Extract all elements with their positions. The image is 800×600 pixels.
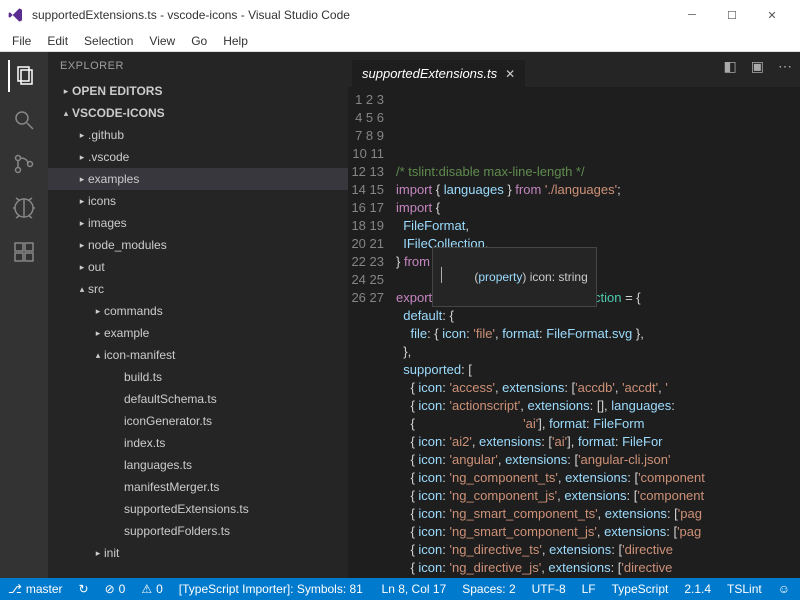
git-sync-icon[interactable]: ↻: [79, 582, 89, 596]
search-icon[interactable]: [8, 104, 40, 136]
folder-out[interactable]: ▸out: [48, 256, 348, 278]
file-supportedExtensions.ts[interactable]: supportedExtensions.ts: [48, 498, 348, 520]
folder-.github[interactable]: ▸.github: [48, 124, 348, 146]
file-build.ts[interactable]: build.ts: [48, 366, 348, 388]
maximize-button[interactable]: ☐: [712, 0, 752, 30]
file-languages.ts[interactable]: languages.ts: [48, 454, 348, 476]
menu-bar: File Edit Selection View Go Help: [0, 30, 800, 52]
toggle-panel-icon[interactable]: ▣: [751, 58, 764, 75]
source-control-icon[interactable]: [8, 148, 40, 180]
open-editors-section[interactable]: ▸ OPEN EDITORS: [48, 80, 348, 102]
project-root[interactable]: ▴ VSCODE-ICONS: [48, 102, 348, 124]
sidebar-title: EXPLORER: [48, 52, 348, 80]
encoding[interactable]: UTF-8: [532, 582, 566, 596]
activity-bar: [0, 52, 48, 578]
text-cursor: [441, 267, 442, 283]
code-editor[interactable]: 1 2 3 4 5 6 7 8 9 10 11 12 13 14 15 16 1…: [348, 87, 800, 578]
more-actions-icon[interactable]: ⋯: [778, 58, 792, 75]
debug-icon[interactable]: [8, 192, 40, 224]
language-mode[interactable]: TypeScript: [612, 582, 669, 596]
folder-examples[interactable]: ▸examples: [48, 168, 348, 190]
feedback-icon[interactable]: ☺: [778, 582, 790, 596]
eol[interactable]: LF: [582, 582, 596, 596]
ts-version[interactable]: 2.1.4: [684, 582, 711, 596]
status-bar: ⎇ master ↻ ⊘ 0 ⚠ 0 [TypeScript Importer]…: [0, 578, 800, 600]
file-supportedFolders.ts[interactable]: supportedFolders.ts: [48, 520, 348, 542]
menu-help[interactable]: Help: [223, 34, 248, 48]
folder-.vscode[interactable]: ▸.vscode: [48, 146, 348, 168]
sidebar-explorer: EXPLORER ▸ OPEN EDITORS ▴ VSCODE-ICONS ▸…: [48, 52, 348, 578]
folder-src[interactable]: ▴src: [48, 278, 348, 300]
folder-icons[interactable]: ▸icons: [48, 190, 348, 212]
menu-go[interactable]: Go: [191, 34, 207, 48]
file-iconGenerator.ts[interactable]: iconGenerator.ts: [48, 410, 348, 432]
extensions-icon[interactable]: [8, 236, 40, 268]
cursor-position[interactable]: Ln 8, Col 17: [382, 582, 447, 596]
explorer-icon[interactable]: [8, 60, 40, 92]
warnings-count[interactable]: ⚠ 0: [141, 582, 162, 596]
folder-commands[interactable]: ▸commands: [48, 300, 348, 322]
tslint-status[interactable]: TSLint: [727, 582, 762, 596]
menu-file[interactable]: File: [12, 34, 31, 48]
hover-tooltip: (property) icon: string: [432, 247, 597, 307]
close-button[interactable]: ✕: [752, 0, 792, 30]
folder-icon-manifest[interactable]: ▴icon-manifest: [48, 344, 348, 366]
ts-importer-status[interactable]: [TypeScript Importer]: Symbols: 81: [179, 582, 363, 596]
indent-spaces[interactable]: Spaces: 2: [462, 582, 515, 596]
folder-node_modules[interactable]: ▸node_modules: [48, 234, 348, 256]
folder-example[interactable]: ▸example: [48, 322, 348, 344]
line-number-gutter: 1 2 3 4 5 6 7 8 9 10 11 12 13 14 15 16 1…: [348, 87, 396, 578]
menu-selection[interactable]: Selection: [84, 34, 133, 48]
menu-edit[interactable]: Edit: [47, 34, 68, 48]
folder-images[interactable]: ▸images: [48, 212, 348, 234]
close-icon[interactable]: ✕: [505, 67, 515, 81]
code-content[interactable]: /* tslint:disable max-line-length */impo…: [396, 87, 800, 578]
folder-init[interactable]: ▸init: [48, 542, 348, 564]
window-controls: ─ ☐ ✕: [672, 0, 792, 30]
vscode-logo-icon: [8, 7, 24, 23]
file-tree: ▸.github▸.vscode▸examples▸icons▸images▸n…: [48, 124, 348, 578]
menu-view[interactable]: View: [149, 34, 175, 48]
file-index.ts[interactable]: index.ts: [48, 432, 348, 454]
editor-tabs: supportedExtensions.ts ✕ ◧ ▣ ⋯: [348, 52, 800, 87]
window-title: supportedExtensions.ts - vscode-icons - …: [32, 8, 672, 22]
tab-supported-extensions[interactable]: supportedExtensions.ts ✕: [352, 60, 525, 87]
split-editor-icon[interactable]: ◧: [724, 58, 737, 75]
minimize-button[interactable]: ─: [672, 0, 712, 30]
file-defaultSchema.ts[interactable]: defaultSchema.ts: [48, 388, 348, 410]
window-title-bar: supportedExtensions.ts - vscode-icons - …: [0, 0, 800, 30]
git-branch[interactable]: ⎇ master: [8, 582, 63, 596]
editor-group: supportedExtensions.ts ✕ ◧ ▣ ⋯ 1 2 3 4 5…: [348, 52, 800, 578]
errors-count[interactable]: ⊘ 0: [105, 582, 126, 596]
file-manifestMerger.ts[interactable]: manifestMerger.ts: [48, 476, 348, 498]
